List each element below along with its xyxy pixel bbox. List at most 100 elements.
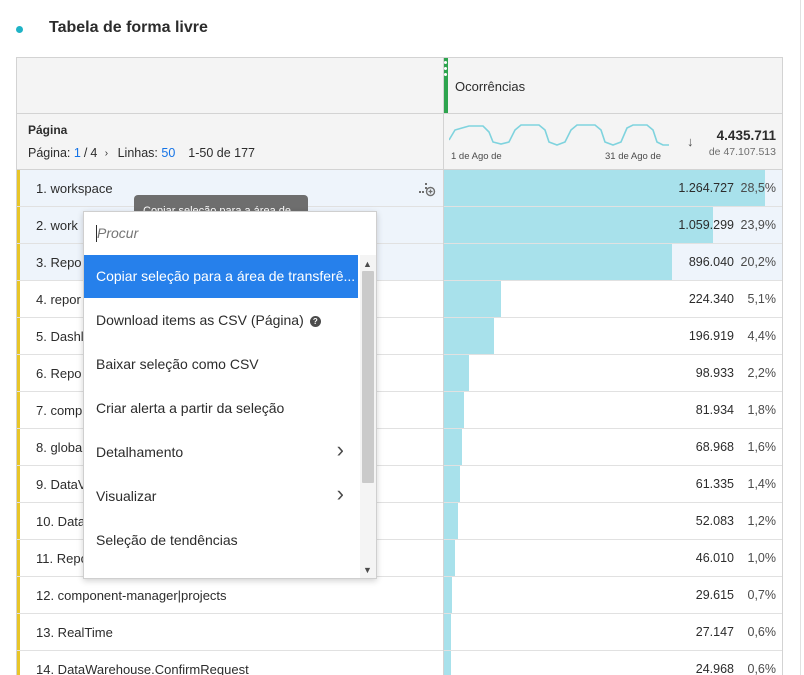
row-percent: 1,4% — [747, 477, 777, 491]
table-row[interactable]: 1. workspace 1.264.727 28,5% — [17, 170, 782, 207]
row-percent: 5,1% — [747, 292, 777, 306]
menu-item-label: Seleção de tendências — [96, 532, 238, 548]
row-label[interactable]: 11. Repo — [36, 551, 88, 566]
row-value: 68.968 — [695, 440, 734, 454]
menu-item[interactable]: Detalhamento › — [84, 431, 358, 474]
row-value: 52.083 — [695, 514, 734, 528]
row-bar — [444, 577, 452, 613]
row-value: 224.340 — [688, 292, 734, 306]
metric-header-row: Ocorrências — [17, 58, 782, 114]
menu-item-text: Detalhamento — [96, 444, 184, 460]
menu-search-input[interactable] — [97, 221, 347, 245]
menu-scrollbar[interactable]: ▲ ▼ — [360, 255, 376, 578]
table-row[interactable]: 13. RealTime 27.147 0,6% — [17, 614, 782, 651]
menu-item-label: Criar alerta a partir da seleção — [96, 400, 284, 416]
panel-border — [800, 0, 801, 675]
row-value: 98.933 — [695, 366, 734, 380]
row-label[interactable]: 1. workspace — [36, 181, 113, 196]
column-divider — [443, 58, 444, 675]
row-percent: 1,2% — [747, 514, 777, 528]
menu-item[interactable]: Copiar seleção para a área de transferê.… — [84, 255, 358, 298]
row-accent — [17, 540, 20, 576]
row-accent — [17, 503, 20, 539]
row-bar — [444, 281, 502, 317]
panel-title[interactable]: Tabela de forma livre — [49, 19, 208, 37]
row-label[interactable]: 3. Repo — [36, 255, 82, 270]
dimension-header[interactable]: Página — [28, 123, 67, 137]
menu-item[interactable]: Download items as CSV (Página)? — [84, 299, 358, 342]
text-caret — [96, 225, 97, 242]
column-total: 4.435.711 — [716, 128, 776, 143]
row-bar — [444, 466, 460, 502]
row-label[interactable]: 5. Dashl — [36, 329, 84, 344]
row-accent — [17, 355, 20, 391]
sparkline-start-label: 1 de Ago de — [451, 151, 502, 162]
row-bar — [444, 651, 451, 675]
row-label[interactable]: 2. work — [36, 218, 78, 233]
menu-item-label: Criar segmento a partir da seleção — [96, 576, 311, 578]
table-row[interactable]: 14. DataWarehouse.ConfirmRequest 24.968 0,… — [17, 651, 782, 675]
row-bar — [444, 540, 456, 576]
page-label: Página: — [28, 146, 71, 160]
arrow-down-icon[interactable]: ↓ — [687, 134, 694, 149]
row-label[interactable]: 8. globa — [36, 440, 82, 455]
row-bar — [444, 207, 714, 243]
row-bar — [444, 244, 672, 280]
menu-item-text: Copiar seleção para a área de transferê.… — [96, 268, 356, 284]
row-percent: 28,5% — [740, 181, 776, 195]
menu-item[interactable]: Seleção de tendências — [84, 519, 358, 562]
chevron-right-icon: › — [336, 481, 344, 506]
row-bar — [444, 503, 458, 539]
row-percent: 20,2% — [740, 255, 776, 269]
menu-item[interactable]: Criar segmento a partir da seleção — [84, 563, 358, 578]
menu-item-text: Download items as CSV (Página) — [96, 312, 304, 328]
menu-item[interactable]: Criar alerta a partir da seleção — [84, 387, 358, 430]
row-value: 29.615 — [695, 588, 734, 602]
sparkline-line — [449, 124, 669, 146]
row-accent — [17, 614, 20, 650]
row-value: 196.919 — [688, 329, 734, 343]
row-label[interactable]: 6. Repo — [36, 366, 82, 381]
row-label[interactable]: 4. repor — [36, 292, 81, 307]
row-accent — [17, 170, 20, 206]
row-label[interactable]: 13. RealTime — [36, 625, 113, 640]
row-bar — [444, 614, 451, 650]
scroll-down-icon[interactable]: ▼ — [363, 565, 372, 575]
row-bar — [444, 429, 463, 465]
scrollbar-thumb[interactable] — [362, 271, 374, 483]
pagination: Página: 1/4 › Linhas: 50 1-50 de 177 — [28, 146, 255, 160]
page-number[interactable]: 1 — [74, 146, 81, 160]
row-percent: 4,4% — [747, 329, 777, 343]
menu-item[interactable]: Baixar seleção como CSV — [84, 343, 358, 386]
rows-per-page[interactable]: 50 — [161, 146, 175, 160]
row-accent — [17, 392, 20, 428]
context-menu: Copiar seleção para a área de transferê.… — [83, 211, 377, 579]
menu-item-text: Seleção de tendências — [96, 532, 238, 548]
row-percent: 0,7% — [747, 588, 777, 602]
scroll-up-icon[interactable]: ▲ — [363, 259, 372, 269]
panel-dot-icon[interactable] — [16, 26, 23, 33]
menu-item[interactable]: Visualizar › — [84, 475, 358, 518]
row-value: 24.968 — [695, 662, 734, 675]
table-row[interactable]: 12. component-manager|projects 29.615 0,7% — [17, 577, 782, 614]
breakdown-icon[interactable] — [418, 179, 436, 197]
metric-header[interactable]: Ocorrências — [455, 79, 525, 94]
page-total: 4 — [90, 146, 98, 160]
row-label[interactable]: 9. DataV — [36, 477, 87, 492]
menu-item-label: Visualizar — [96, 488, 156, 504]
help-icon[interactable]: ? — [309, 316, 321, 327]
row-bar — [444, 392, 465, 428]
menu-item-label: Download items as CSV (Página)? — [96, 312, 321, 328]
row-percent: 1,6% — [747, 440, 777, 454]
row-label[interactable]: 14. DataWarehouse.ConfirmRequest — [36, 662, 249, 675]
row-label[interactable]: 12. component-manager|projects — [36, 588, 227, 603]
row-percent: 1,8% — [747, 403, 777, 417]
row-percent: 0,6% — [747, 662, 777, 675]
column-total-of: de 47.107.513 — [708, 146, 776, 158]
next-page-icon[interactable]: › — [105, 148, 108, 159]
dimension-header-row: Página Página: 1/4 › Linhas: 50 1-50 de … — [17, 114, 782, 170]
menu-search — [84, 212, 376, 255]
row-accent — [17, 577, 20, 613]
row-percent: 0,6% — [747, 625, 777, 639]
row-label[interactable]: 7. comp — [36, 403, 82, 418]
